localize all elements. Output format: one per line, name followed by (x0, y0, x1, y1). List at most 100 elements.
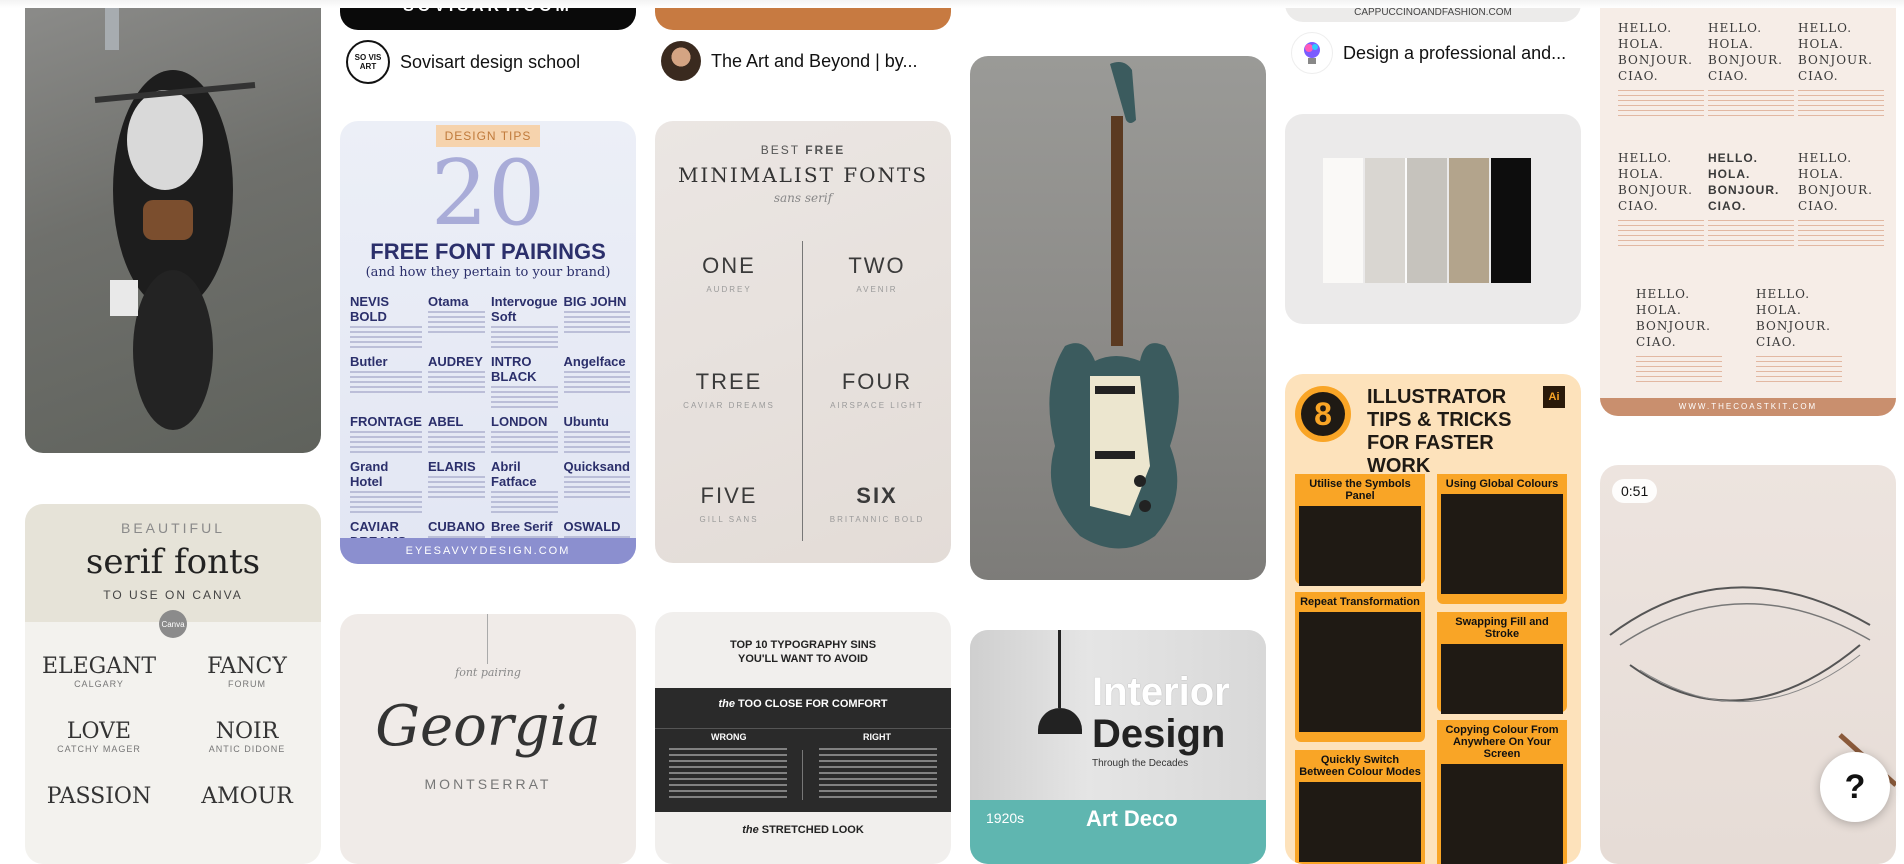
font-pairing-item: Angelface (563, 354, 630, 408)
hello-word: HELLO. (1636, 287, 1691, 301)
font-pairing-item: INTRO BLACK (491, 354, 558, 408)
serif-word-6: AMOUR (201, 784, 293, 809)
pin-minimalist-fonts[interactable]: BEST FREE MINIMALIST FONTS sans serif ON… (655, 121, 951, 563)
art-beyond-avatar (661, 41, 701, 81)
interior-decade: 1920s (986, 810, 1025, 826)
font-pairing-item: BIG JOHN (563, 294, 630, 348)
minimalist-word: TREE (695, 369, 763, 394)
typography-right: RIGHT (863, 732, 891, 742)
hello-word: HOLA. (1618, 37, 1664, 51)
illustrator-ai-badge: Ai (1543, 386, 1565, 408)
hello-word: CIAO. (1636, 335, 1677, 349)
illustrator-tip-6: Copying Colour From Anywhere On Your Scr… (1437, 720, 1567, 864)
font-pairing-name: Grand Hotel (350, 459, 389, 489)
pin-typography-sins[interactable]: TOP 10 TYPOGRAPHY SINS YOU'LL WANT TO AV… (655, 612, 951, 864)
font-pairing-item: Quicksand (563, 459, 630, 513)
georgia-kicker: font pairing (455, 666, 521, 679)
bass-guitar-image (1049, 62, 1179, 549)
typography-footer-a: the (742, 824, 759, 836)
serif-headline: serif fonts (85, 542, 261, 582)
hello-word: BONJOUR. (1708, 53, 1783, 67)
pin-meta-art-beyond[interactable]: The Art and Beyond | by... (655, 39, 951, 83)
art-beyond-title: The Art and Beyond | by... (711, 50, 918, 71)
minimalist-item: TWO AVENIR (803, 253, 951, 294)
hello-word: HOLA. (1798, 37, 1844, 51)
pin-georgia-montserrat[interactable]: font pairing Georgia MONTSERRAT (340, 614, 636, 864)
minimalist-font-name: AUDREY (706, 285, 752, 294)
hello-block: HELLO. HOLA. BONJOUR. CIAO. (1636, 286, 1722, 386)
minimalist-kicker-b: FREE (805, 143, 846, 157)
hello-word: HOLA. (1618, 167, 1664, 181)
minimalist-word: TWO (848, 253, 906, 278)
pin-meta-sovisart[interactable]: SO VIS ART Sovisart design school (340, 40, 636, 84)
hello-word: CIAO. (1756, 335, 1797, 349)
hello-word: BONJOUR. (1756, 319, 1831, 333)
typography-band-a: the (718, 698, 735, 710)
illustrator-number: 8 (1301, 392, 1345, 436)
illustrator-title: ILLUSTRATOR TIPS & TRICKS FOR FASTER WOR… (1367, 386, 1512, 477)
hello-word: HOLA. (1708, 167, 1751, 181)
top-fade (0, 0, 1904, 8)
hello-word: BONJOUR. (1798, 183, 1873, 197)
minimalist-kicker-a: BEST (760, 143, 800, 157)
minimalist-word: ONE (702, 253, 756, 278)
minimalist-item: ONE AUDREY (655, 253, 803, 294)
hello-word: BONJOUR. (1798, 53, 1873, 67)
hello-word: CIAO. (1618, 69, 1659, 83)
illustrator-tip-4: Swapping Fill and Stroke (1437, 612, 1567, 714)
pin-hello-fonts[interactable]: HELLO. HOLA. BONJOUR. CIAO. HELLO. HOLA. BONJO… (1600, 0, 1896, 416)
serif-kicker: BEAUTIFUL (120, 520, 225, 536)
hello-block: HELLO. HOLA. BONJOUR. CIAO. (1618, 20, 1704, 120)
interior-title-a: Interior (1092, 670, 1230, 714)
pin-illustrator-tips[interactable]: 8 ILLUSTRATOR TIPS & TRICKS FOR FASTER W… (1285, 374, 1581, 864)
font-pairings-headline: FREE FONT PAIRINGS (370, 239, 606, 264)
hello-word: HOLA. (1798, 167, 1844, 181)
font-pairing-name: INTRO BLACK (491, 354, 537, 384)
hello-word: BONJOUR. (1708, 183, 1780, 197)
font-pairing-item: Abril Fatface (491, 459, 558, 513)
serif-word-4: NOIR (215, 719, 279, 744)
font-pairing-name: LONDON (491, 414, 548, 429)
font-pairings-footer: EYESAVVYDESIGN.COM (340, 538, 636, 564)
interior-style: Art Deco (1086, 806, 1178, 831)
hello-word: CIAO. (1798, 199, 1839, 213)
font-pairing-name: Quicksand (563, 459, 630, 474)
font-pairing-name: BIG JOHN (563, 294, 627, 309)
illustrator-tip-5: Quickly Switch Between Colour Modes (1295, 750, 1425, 864)
font-pairing-item: Otama (427, 294, 486, 348)
font-pairing-item: LONDON (491, 414, 558, 453)
pin-meta-cappuccino[interactable]: Design a professional and... (1285, 31, 1581, 75)
font-pairing-name: Intervogue Soft (491, 294, 558, 324)
font-pairing-name: Ubuntu (563, 414, 609, 429)
pin-bass-guitar-photo[interactable] (970, 56, 1266, 580)
pin-font-pairings[interactable]: DESIGN TIPS 20 FREE FONT PAIRINGS (and h… (340, 121, 636, 564)
hello-word: HELLO. (1618, 21, 1673, 35)
sovisart-avatar: SO VIS ART (346, 40, 390, 84)
font-pairings-number: 20 (430, 141, 546, 246)
minimalist-font-name: AIRSPACE LIGHT (830, 401, 924, 410)
pin-interior-design[interactable]: Interior Design Through the Decades 1920… (970, 630, 1266, 864)
pin-serif-fonts[interactable]: BEAUTIFUL serif fonts TO USE ON CANVA Ca… (25, 504, 321, 864)
font-pairing-name: Angelface (563, 354, 626, 369)
pin-motorcycle-photo[interactable] (25, 0, 321, 453)
minimalist-word: FIVE (700, 483, 758, 508)
font-pairing-name: Abril Fatface (491, 459, 537, 489)
font-pairing-item: ABEL (427, 414, 486, 453)
serif-word-1: ELEGANT (41, 654, 157, 679)
serif-font-1: CALGARY (74, 679, 124, 689)
serif-sub: TO USE ON CANVA (103, 588, 243, 602)
hello-word: HELLO. (1708, 151, 1758, 165)
hello-block: HELLO. HOLA. BONJOUR. CIAO. (1798, 150, 1884, 250)
pin-color-palette[interactable] (1285, 114, 1581, 324)
lightbulb-avatar-icon (1291, 32, 1333, 74)
illustrator-tip-1: Utilise the Symbols Panel (1295, 474, 1425, 586)
serif-font-4: ANTIC DIDONE (208, 744, 286, 754)
georgia-script: Georgia (375, 694, 601, 759)
font-pairing-item: Grand Hotel (350, 459, 422, 513)
font-pairing-item: ELARIS (427, 459, 486, 513)
font-pairing-name: ELARIS (427, 459, 476, 474)
help-button[interactable]: ? (1820, 752, 1890, 822)
illustrator-tip-3: Repeat Transformation (1295, 592, 1425, 742)
minimalist-item: TREE CAVIAR DREAMS (655, 369, 803, 410)
serif-font-2: FORUM (228, 679, 266, 689)
